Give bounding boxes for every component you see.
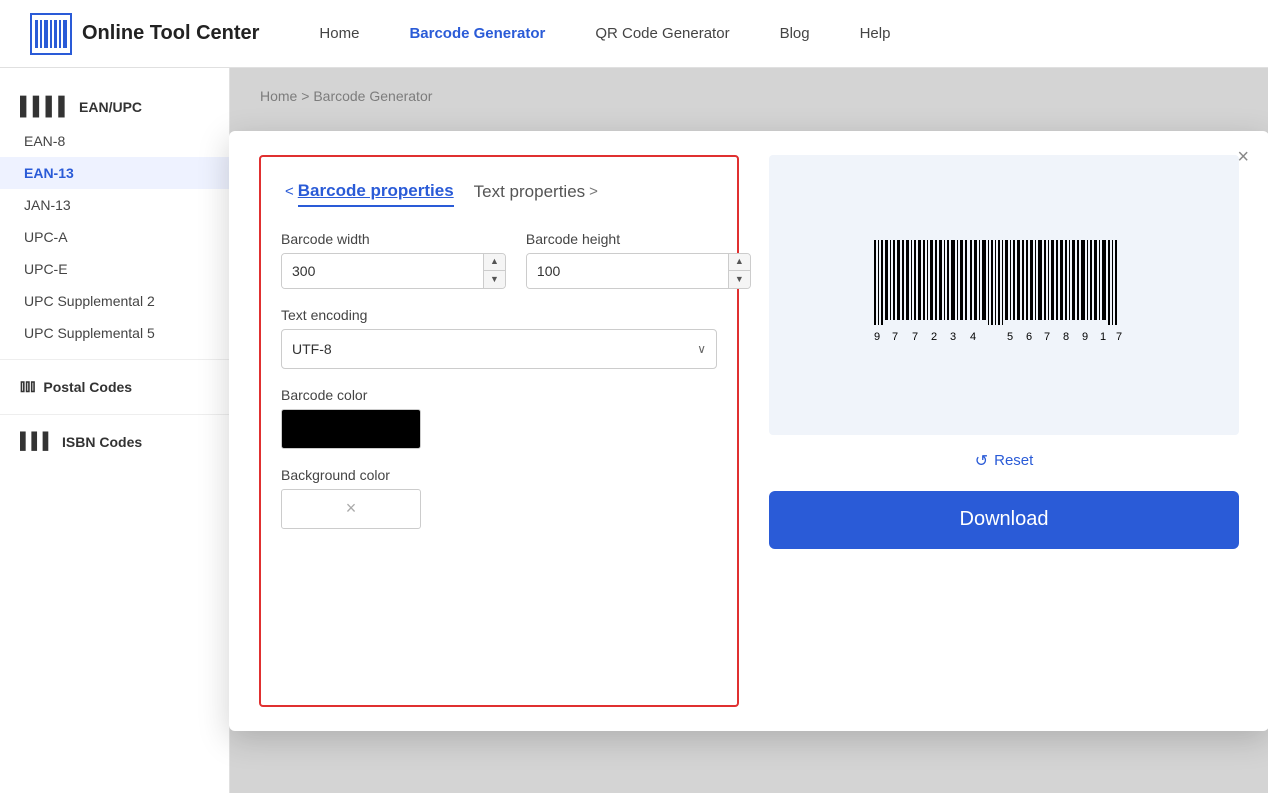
barcode-color-label: Barcode color xyxy=(281,387,717,403)
barcode-height-group: Barcode height 100 ▲ ▼ xyxy=(526,231,751,289)
sidebar-section-label-postal: Postal Codes xyxy=(43,379,132,395)
text-encoding-select[interactable]: UTF-8 UTF-16 ISO-8859-1 xyxy=(282,341,687,357)
barcode-height-up[interactable]: ▲ xyxy=(729,254,750,272)
sidebar-item-upca[interactable]: UPC-A xyxy=(0,221,229,253)
svg-text:6: 6 xyxy=(1026,331,1032,343)
main-layout: ▌▌▌▌ EAN/UPC EAN-8 EAN-13 JAN-13 UPC-A U… xyxy=(0,68,1268,793)
sidebar-item-upc-supp2[interactable]: UPC Supplemental 2 xyxy=(0,285,229,317)
tab-text-properties[interactable]: Text properties xyxy=(474,178,586,206)
barcode-width-input-wrapper: 300 ▲ ▼ xyxy=(281,253,506,289)
reset-label: Reset xyxy=(994,452,1033,469)
ean-upc-icon: ▌▌▌▌ xyxy=(20,96,71,117)
modal: × < Barcode properties Text properties > xyxy=(229,131,1268,731)
nav-qr-code-generator[interactable]: QR Code Generator xyxy=(595,25,729,42)
tab-arrow-left: < xyxy=(285,183,294,200)
background-color-group: Background color × xyxy=(281,467,717,529)
download-button[interactable]: Download xyxy=(769,491,1239,549)
reset-button[interactable]: ↺ Reset xyxy=(975,451,1034,471)
barcode-width-input[interactable]: 300 xyxy=(282,254,483,288)
sidebar-section-label-ean: EAN/UPC xyxy=(79,99,142,115)
header: Online Tool Center Home Barcode Generato… xyxy=(0,0,1268,68)
svg-text:8: 8 xyxy=(1063,331,1069,343)
svg-text:7: 7 xyxy=(1116,331,1122,343)
barcode-height-input[interactable]: 100 xyxy=(527,254,728,288)
sidebar-item-ean8[interactable]: EAN-8 xyxy=(0,125,229,157)
select-arrow-icon: ∨ xyxy=(687,342,716,356)
barcode-height-input-wrapper: 100 ▲ ▼ xyxy=(526,253,751,289)
svg-text:4: 4 xyxy=(970,331,976,343)
barcode-width-up[interactable]: ▲ xyxy=(484,254,505,272)
nav-barcode-generator[interactable]: Barcode Generator xyxy=(409,25,545,42)
barcode-color-group: Barcode color xyxy=(281,387,717,449)
nav-help[interactable]: Help xyxy=(860,25,891,42)
nav-blog[interactable]: Blog xyxy=(780,25,810,42)
svg-text:3: 3 xyxy=(950,331,956,343)
barcode-preview-area: 9 7 7 2 3 4 5 6 7 8 9 1 xyxy=(769,155,1239,435)
svg-text:2: 2 xyxy=(931,331,937,343)
svg-text:1: 1 xyxy=(1100,331,1106,343)
sidebar-item-upce[interactable]: UPC-E xyxy=(0,253,229,285)
background-color-label: Background color xyxy=(281,467,717,483)
svg-text:7: 7 xyxy=(892,331,898,343)
preview-panel: 9 7 7 2 3 4 5 6 7 8 9 1 xyxy=(769,155,1239,707)
svg-text:7: 7 xyxy=(1044,331,1050,343)
logo: Online Tool Center xyxy=(30,13,259,55)
tab-arrow-right: > xyxy=(589,183,598,200)
svg-text:9: 9 xyxy=(874,331,880,343)
modal-body: < Barcode properties Text properties > B… xyxy=(229,131,1268,731)
barcode-svg: 9 7 7 2 3 4 5 6 7 8 9 1 xyxy=(864,235,1144,355)
main-nav: Home Barcode Generator QR Code Generator… xyxy=(319,25,890,42)
sidebar-section-postal: ⫾⫾⫾ Postal Codes xyxy=(0,370,229,404)
barcode-height-label: Barcode height xyxy=(526,231,751,247)
sidebar-section-isbn: ▌▌▌ ISBN Codes xyxy=(0,425,229,459)
logo-text: Online Tool Center xyxy=(82,22,259,45)
barcode-width-group: Barcode width 300 ▲ ▼ xyxy=(281,231,506,289)
content-area: Home > Barcode Generator × < Barcode pro… xyxy=(230,68,1268,793)
nav-home[interactable]: Home xyxy=(319,25,359,42)
reset-icon: ↺ xyxy=(975,451,988,471)
background-color-swatch[interactable]: × xyxy=(281,489,421,529)
background-color-clear-icon: × xyxy=(346,498,357,519)
svg-text:7: 7 xyxy=(912,331,918,343)
barcode-width-spinners: ▲ ▼ xyxy=(483,254,505,288)
text-encoding-label: Text encoding xyxy=(281,307,717,323)
sidebar-item-upc-supp5[interactable]: UPC Supplemental 5 xyxy=(0,317,229,349)
properties-tabs: < Barcode properties Text properties > xyxy=(281,177,717,207)
sidebar-section-label-isbn: ISBN Codes xyxy=(62,434,142,450)
barcode-width-down[interactable]: ▼ xyxy=(484,271,505,288)
text-encoding-group: Text encoding UTF-8 UTF-16 ISO-8859-1 ∨ xyxy=(281,307,717,369)
svg-text:9: 9 xyxy=(1082,331,1088,343)
sidebar-section-ean-upc: ▌▌▌▌ EAN/UPC xyxy=(0,88,229,125)
svg-text:5: 5 xyxy=(1007,331,1013,343)
barcode-width-label: Barcode width xyxy=(281,231,506,247)
barcode-height-spinners: ▲ ▼ xyxy=(728,254,750,288)
text-encoding-select-wrapper: UTF-8 UTF-16 ISO-8859-1 ∨ xyxy=(281,329,717,369)
tab-barcode-properties[interactable]: Barcode properties xyxy=(298,177,454,207)
barcode-svg-container: 9 7 7 2 3 4 5 6 7 8 9 1 xyxy=(864,235,1144,355)
barcode-height-down[interactable]: ▼ xyxy=(729,271,750,288)
sidebar-item-jan13[interactable]: JAN-13 xyxy=(0,189,229,221)
properties-panel: < Barcode properties Text properties > B… xyxy=(259,155,739,707)
barcode-color-swatch[interactable] xyxy=(281,409,421,449)
sidebar: ▌▌▌▌ EAN/UPC EAN-8 EAN-13 JAN-13 UPC-A U… xyxy=(0,68,230,793)
sidebar-item-ean13[interactable]: EAN-13 xyxy=(0,157,229,189)
logo-icon xyxy=(30,13,72,55)
isbn-icon: ▌▌▌ xyxy=(20,433,54,451)
postal-icon: ⫾⫾⫾ xyxy=(20,378,35,396)
modal-close-button[interactable]: × xyxy=(1237,147,1249,167)
dimensions-row: Barcode width 300 ▲ ▼ Barcode height xyxy=(281,231,717,289)
